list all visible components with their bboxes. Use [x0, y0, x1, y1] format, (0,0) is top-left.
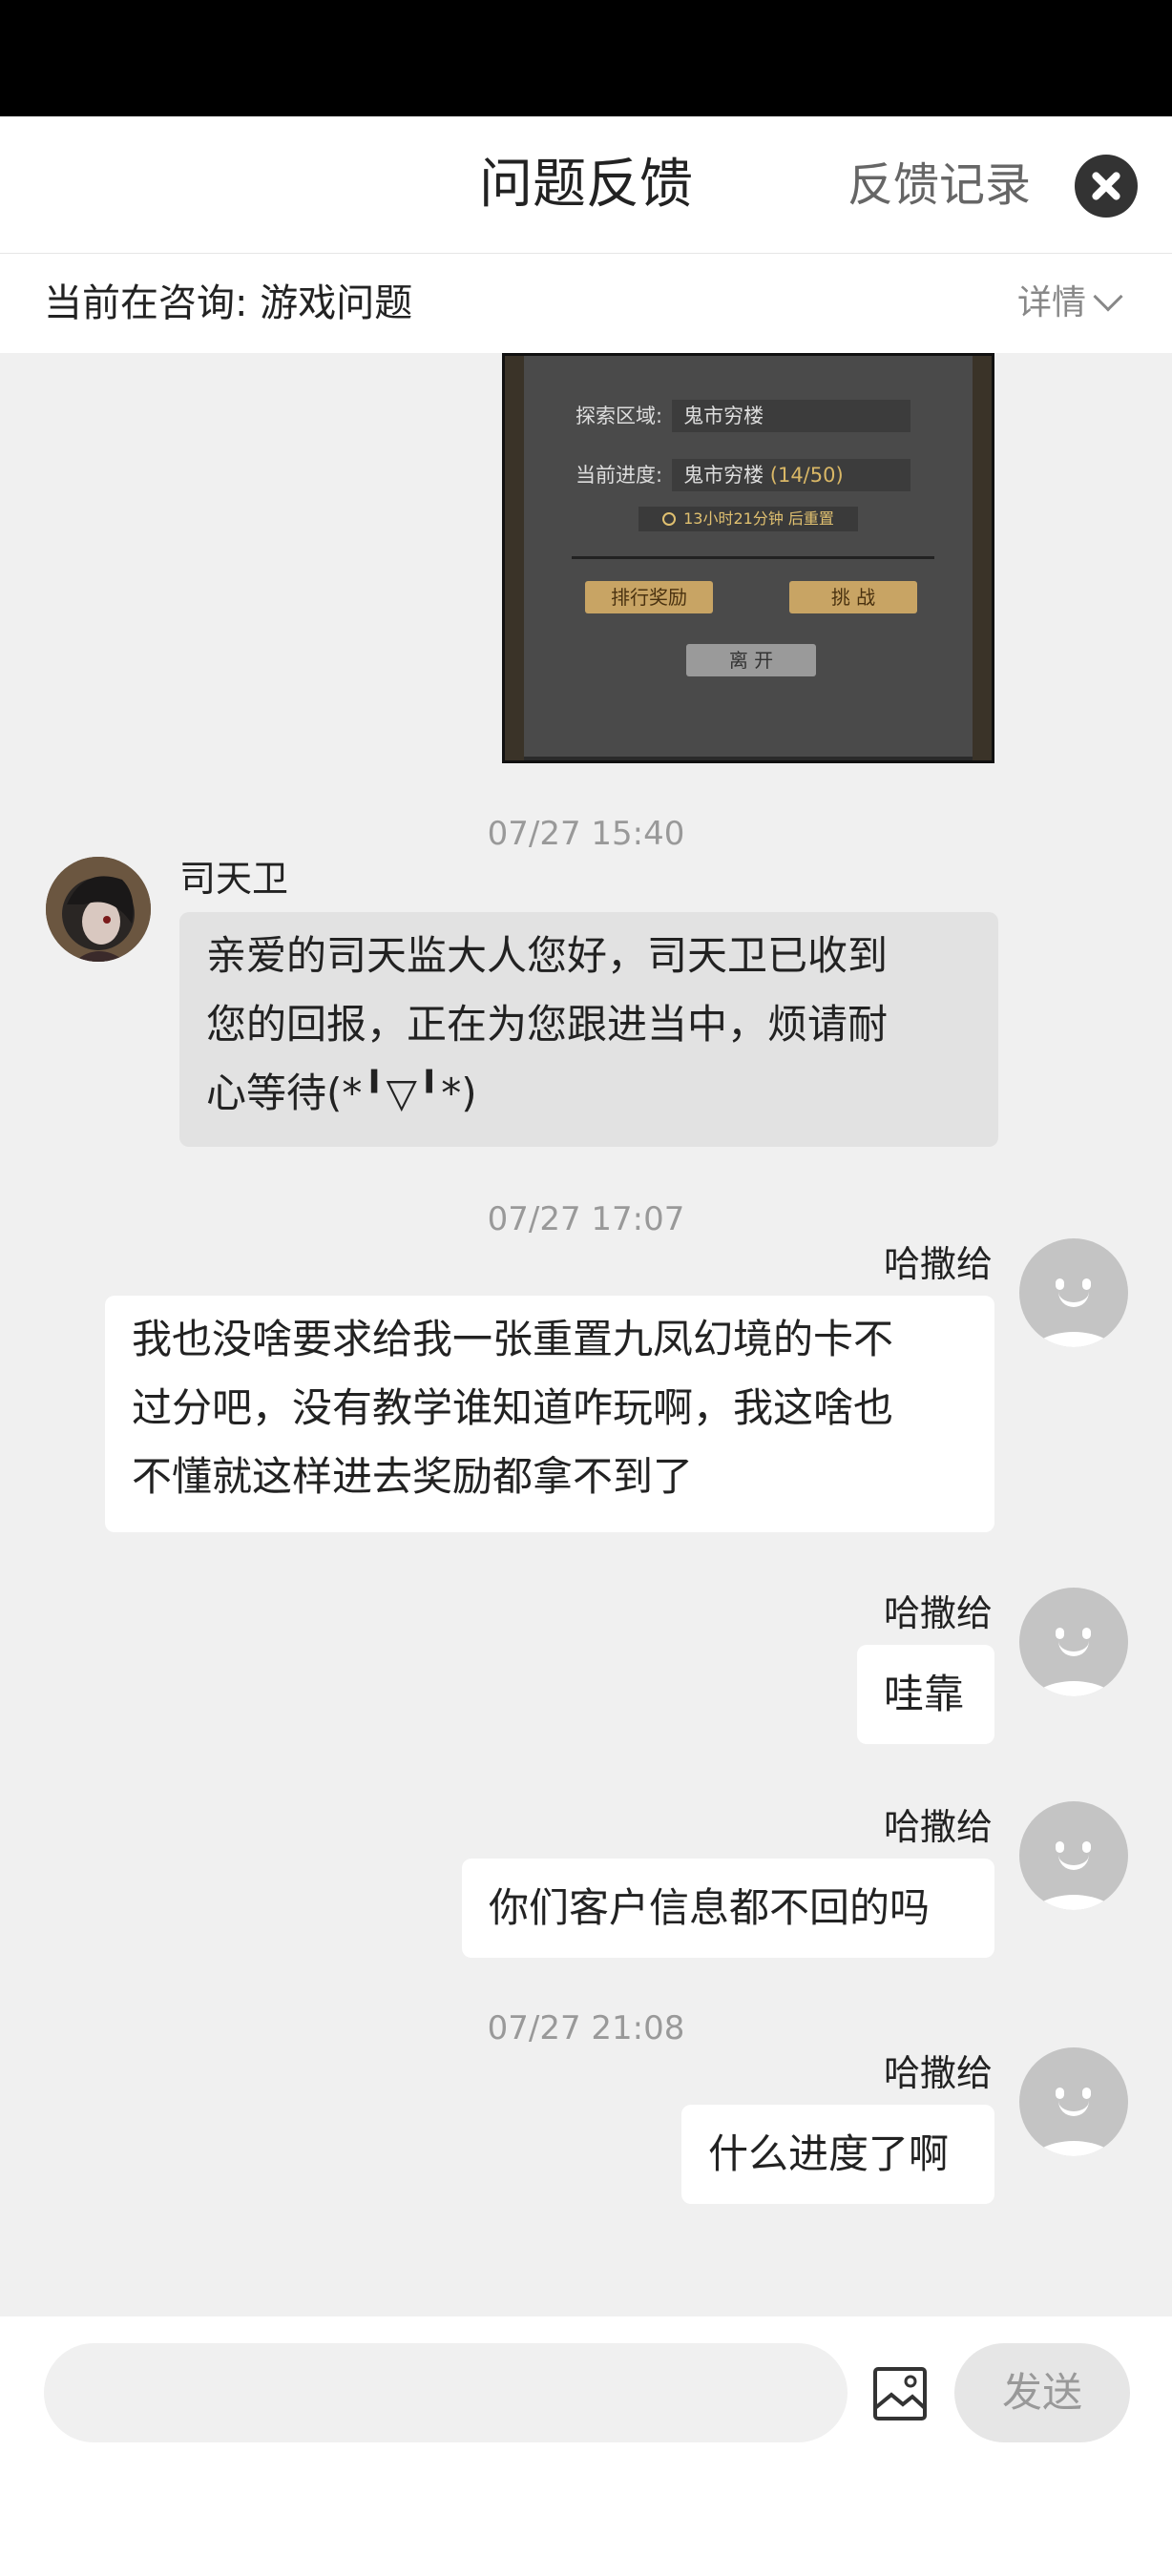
user-message-bubble: 我也没啥要求给我一张重置九凤幻境的卡不 过分吧，没有教学谁知道咋玩啊，我这啥也 …: [105, 1296, 994, 1532]
send-button[interactable]: 发送: [954, 2343, 1130, 2442]
agent-message-bubble: 亲爱的司天监大人您好，司天卫已收到 您的回报，正在为您跟进当中，烦请耐 心等待(…: [179, 912, 998, 1147]
close-icon[interactable]: [1075, 155, 1138, 218]
user-message-bubble: 你们客户信息都不回的吗: [462, 1859, 994, 1958]
message-timestamp: 07/27 15:40: [487, 815, 685, 853]
user-avatar: [1019, 1238, 1128, 1347]
message-timestamp: 07/27 21:08: [487, 2009, 685, 2047]
leave-button: 离 开: [686, 644, 816, 676]
rank-reward-button: 排行奖励: [585, 581, 713, 613]
divider: [572, 556, 934, 559]
user-message-bubble: 哇靠: [857, 1645, 994, 1744]
consult-topic-label: 当前在咨询: 游戏问题: [44, 281, 413, 325]
agent-avatar: [46, 857, 151, 962]
game-screenshot-image[interactable]: 探索区域: 鬼市穷楼 当前进度: 鬼市穷楼 (14/50) 13小时21分钟 后重置…: [502, 353, 994, 763]
details-toggle[interactable]: 详情: [1017, 254, 1086, 353]
feedback-records-link[interactable]: 反馈记录: [848, 116, 1031, 254]
clock-icon: [662, 512, 677, 526]
header: 问题反馈 反馈记录: [0, 116, 1172, 254]
user-avatar: [1019, 2047, 1128, 2156]
composer-bar: 发送: [0, 2316, 1172, 2576]
chevron-down-icon[interactable]: [1093, 281, 1123, 312]
explore-area-row: 探索区域: 鬼市穷楼: [576, 400, 911, 432]
message-timestamp: 07/27 17:07: [487, 1200, 685, 1238]
challenge-button: 挑 战: [789, 581, 917, 613]
reset-timer: 13小时21分钟 后重置: [638, 507, 858, 531]
user-avatar: [1019, 1588, 1128, 1696]
user-name: 哈撒给: [884, 1243, 994, 1285]
user-name: 哈撒给: [884, 1806, 994, 1848]
progress-row: 当前进度: 鬼市穷楼 (14/50): [576, 459, 911, 491]
user-avatar: [1019, 1801, 1128, 1910]
user-message-bubble: 什么进度了啊: [681, 2105, 994, 2204]
user-name: 哈撒给: [884, 1592, 994, 1634]
message-input[interactable]: [44, 2343, 848, 2442]
user-name: 哈撒给: [884, 2052, 994, 2094]
consult-topic-bar: 当前在咨询: 游戏问题 详情: [0, 254, 1172, 353]
image-upload-icon[interactable]: [872, 2366, 928, 2421]
status-bar: [0, 0, 1172, 116]
agent-name: 司天卫: [179, 858, 289, 900]
